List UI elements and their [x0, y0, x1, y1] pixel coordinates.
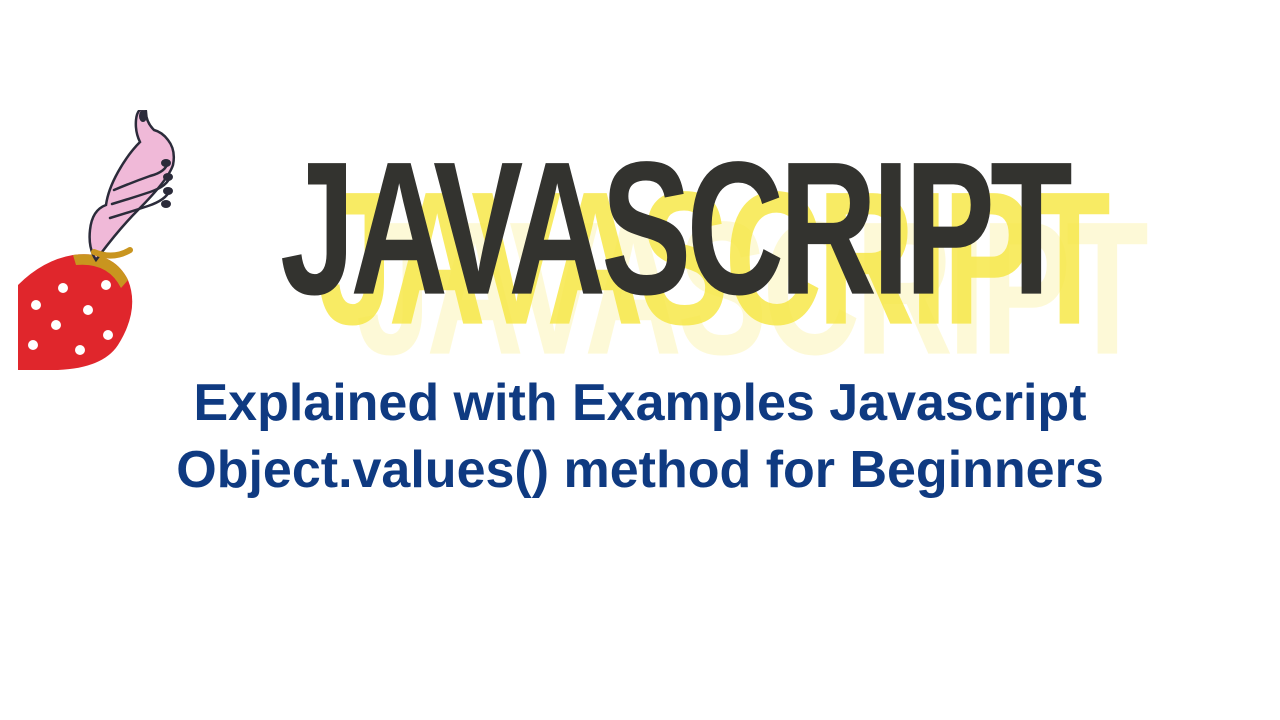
thumbs-up-illustration — [18, 110, 218, 370]
hero-title-container: JAVASCRIPT JAVASCRIPT JAVASCRIPT — [280, 120, 1240, 309]
subtitle: Explained with Examples Javascript Objec… — [70, 370, 1210, 503]
hero-title: JAVASCRIPT — [280, 120, 1067, 337]
